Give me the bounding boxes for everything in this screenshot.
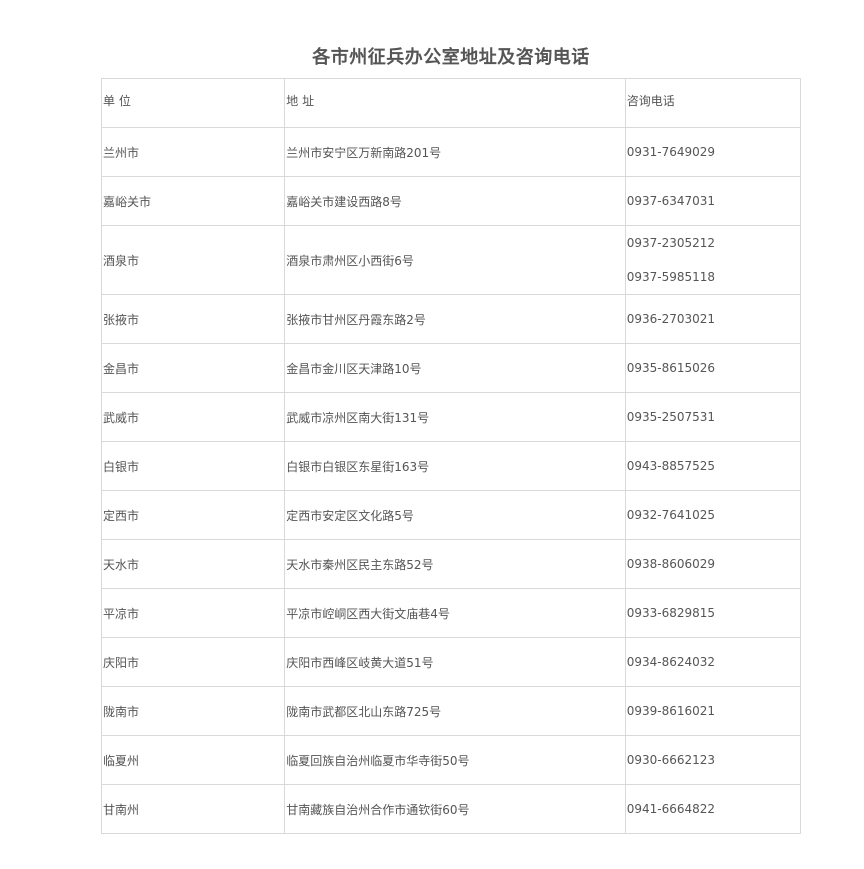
table-row: 金昌市 金昌市金川区天津路10号 0935-8615026 [100, 343, 802, 393]
phone-cell: 0930-6662123 [624, 735, 802, 785]
unit-cell: 定西市 [100, 490, 286, 540]
phone-cell: 0935-2507531 [624, 392, 802, 442]
table-row: 张掖市 张掖市甘州区丹霞东路2号 0936-2703021 [100, 294, 802, 344]
address-cell: 金昌市金川区天津路10号 [284, 343, 626, 393]
address-cell: 嘉峪关市建设西路8号 [284, 176, 626, 226]
phone-cell: 0935-8615026 [624, 343, 802, 393]
phone-cell: 0938-8606029 [624, 539, 802, 589]
phone-cell: 0932-7641025 [624, 490, 802, 540]
phone-number: 0943-8857525 [626, 458, 716, 473]
table-row: 兰州市 兰州市安宁区万新南路201号 0931-7649029 [100, 127, 802, 177]
unit-cell: 庆阳市 [100, 637, 286, 687]
phone-number: 0936-2703021 [626, 311, 716, 326]
address-cell: 庆阳市西峰区岐黄大道51号 [284, 637, 626, 687]
address-cell: 甘南藏族自治州合作市通钦街60号 [284, 784, 626, 834]
phone-number: 0935-2507531 [626, 409, 716, 424]
page-title: 各市州征兵办公室地址及咨询电话 [312, 47, 590, 68]
table-row: 临夏州 临夏回族自治州临夏市华寺街50号 0930-6662123 [100, 735, 802, 785]
phone-cell: 0936-2703021 [624, 294, 802, 344]
phone-number: 0938-8606029 [626, 556, 716, 571]
table-row: 白银市 白银市白银区东星街163号 0943-8857525 [100, 441, 802, 491]
table-header-row: 单 位 地 址 咨询电话 [100, 78, 802, 128]
unit-cell: 白银市 [100, 441, 286, 491]
phone-number: 0934-8624032 [626, 654, 716, 669]
address-cell: 张掖市甘州区丹霞东路2号 [284, 294, 626, 344]
table-row: 武威市 武威市凉州区南大街131号 0935-2507531 [100, 392, 802, 442]
phone-number: 0931-7649029 [626, 144, 716, 159]
phone-number: 0937-5985118 [626, 269, 716, 284]
phone-cell: 0934-8624032 [624, 637, 802, 687]
header-unit: 单 位 [100, 78, 286, 128]
unit-cell: 陇南市 [100, 686, 286, 736]
unit-cell: 金昌市 [100, 343, 286, 393]
address-cell: 平凉市崆峒区西大街文庙巷4号 [284, 588, 626, 638]
unit-cell: 兰州市 [100, 127, 286, 177]
header-address: 地 址 [284, 78, 626, 128]
phone-number: 0939-8616021 [626, 703, 716, 718]
header-phone: 咨询电话 [624, 78, 802, 128]
unit-cell: 甘南州 [100, 784, 286, 834]
unit-cell: 酒泉市 [100, 225, 286, 295]
phone-cell: 0937-6347031 [624, 176, 802, 226]
table-row: 嘉峪关市 嘉峪关市建设西路8号 0937-6347031 [100, 176, 802, 226]
table-row: 酒泉市 酒泉市肃州区小西街6号 0937-2305212 0937-5985118 [100, 225, 802, 295]
phone-cell: 0931-7649029 [624, 127, 802, 177]
unit-cell: 武威市 [100, 392, 286, 442]
phone-number: 0937-6347031 [626, 193, 716, 208]
phone-number: 0933-6829815 [626, 605, 716, 620]
phone-number: 0941-6664822 [626, 801, 716, 816]
address-cell: 酒泉市肃州区小西街6号 [284, 225, 626, 295]
phone-number: 0932-7641025 [626, 507, 716, 522]
table-row: 庆阳市 庆阳市西峰区岐黄大道51号 0934-8624032 [100, 637, 802, 687]
unit-cell: 张掖市 [100, 294, 286, 344]
table-row: 陇南市 陇南市武都区北山东路725号 0939-8616021 [100, 686, 802, 736]
address-cell: 陇南市武都区北山东路725号 [284, 686, 626, 736]
unit-cell: 平凉市 [100, 588, 286, 638]
phone-cell: 0939-8616021 [624, 686, 802, 736]
unit-cell: 临夏州 [100, 735, 286, 785]
table-row: 定西市 定西市安定区文化路5号 0932-7641025 [100, 490, 802, 540]
phone-cell: 0933-6829815 [624, 588, 802, 638]
unit-cell: 天水市 [100, 539, 286, 589]
phone-cell: 0943-8857525 [624, 441, 802, 491]
table-row: 甘南州 甘南藏族自治州合作市通钦街60号 0941-6664822 [100, 784, 802, 834]
phone-number: 0937-2305212 [626, 235, 716, 250]
table-row: 平凉市 平凉市崆峒区西大街文庙巷4号 0933-6829815 [100, 588, 802, 638]
address-cell: 白银市白银区东星街163号 [284, 441, 626, 491]
phone-cell: 0937-2305212 0937-5985118 [624, 225, 802, 295]
phone-cell: 0941-6664822 [624, 784, 802, 834]
phone-number: 0935-8615026 [626, 360, 716, 375]
unit-cell: 嘉峪关市 [100, 176, 286, 226]
table-row: 天水市 天水市秦州区民主东路52号 0938-8606029 [100, 539, 802, 589]
address-cell: 天水市秦州区民主东路52号 [284, 539, 626, 589]
offices-table: 单 位 地 址 咨询电话 兰州市 兰州市安宁区万新南路201号 0931-76490… [100, 78, 802, 834]
phone-number: 0930-6662123 [626, 752, 716, 767]
address-cell: 临夏回族自治州临夏市华寺街50号 [284, 735, 626, 785]
offices-table-body: 单 位 地 址 咨询电话 兰州市 兰州市安宁区万新南路201号 0931-76490… [100, 78, 802, 834]
address-cell: 定西市安定区文化路5号 [284, 490, 626, 540]
address-cell: 兰州市安宁区万新南路201号 [284, 127, 626, 177]
address-cell: 武威市凉州区南大街131号 [284, 392, 626, 442]
